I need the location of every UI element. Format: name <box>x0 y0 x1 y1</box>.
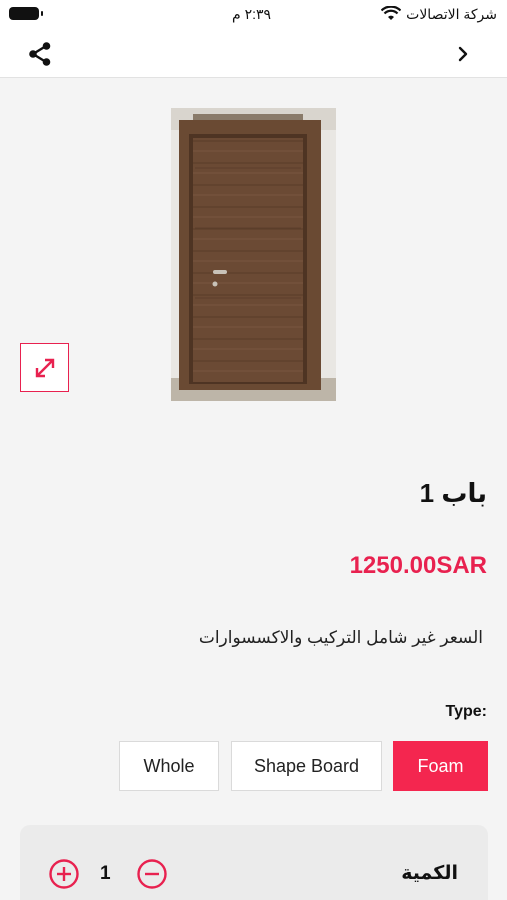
wifi-icon <box>381 6 401 20</box>
carrier-name: شركة الاتصالات <box>406 6 497 22</box>
quantity-label: الكمية <box>401 863 458 884</box>
product-image[interactable] <box>171 108 336 401</box>
expand-icon <box>35 358 54 377</box>
minus-icon[interactable] <box>136 858 168 890</box>
share-button[interactable] <box>26 40 54 68</box>
type-option-whole[interactable]: Whole <box>119 741 219 791</box>
quantity-value: 1 <box>100 863 111 884</box>
plus-icon[interactable] <box>48 858 80 890</box>
type-option-foam[interactable]: Foam <box>393 741 488 791</box>
nav-bar <box>0 30 507 78</box>
chevron-right-icon <box>458 46 468 62</box>
status-bar: ٢:٣٩ م شركة الاتصالات <box>0 0 507 30</box>
product-note: السعر غير شامل التركيب والاكسسوارات <box>198 628 483 647</box>
status-time: ٢:٣٩ م <box>232 6 272 22</box>
type-option-shape-board[interactable]: Shape Board <box>231 741 382 791</box>
product-title: باب 1 <box>419 478 487 508</box>
type-label: Type: <box>445 703 487 720</box>
back-button[interactable] <box>451 40 475 68</box>
expand-image-button[interactable] <box>20 343 69 392</box>
battery-icon <box>9 7 43 20</box>
quantity-stepper: 1 الكمية <box>20 825 488 900</box>
share-icon <box>29 42 51 66</box>
product-price: 1250.00SAR <box>349 552 487 579</box>
